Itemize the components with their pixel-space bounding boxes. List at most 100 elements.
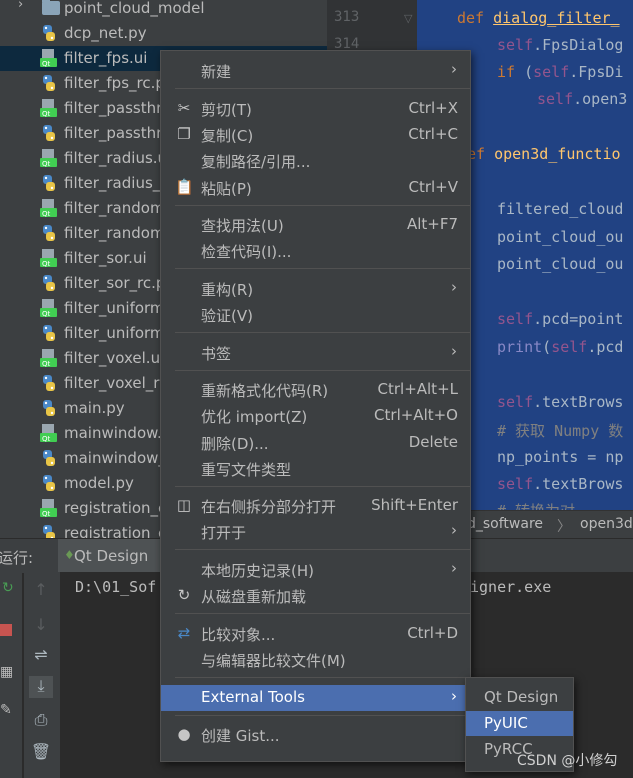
reload-icon: ↻ (177, 586, 191, 604)
run-left-strip: ↻ ▦ ✎ (0, 572, 22, 778)
trash-icon[interactable]: 🗑 (29, 742, 53, 764)
tree-folder-row[interactable]: › point_cloud_model (0, 0, 327, 21)
console-output: D:\01_Sof (75, 578, 157, 596)
menu-item-reload-from-disk[interactable]: ↻ 从磁盘重新加载 (161, 583, 470, 609)
chevron-right-icon: › (451, 342, 457, 360)
svg-text:Qt: Qt (42, 60, 51, 68)
expand-arrow-icon[interactable]: › (18, 0, 23, 12)
python-file-icon (40, 324, 60, 343)
qt-ui-file-icon: Qt (40, 349, 60, 368)
scissors-icon: ✂ (177, 99, 191, 117)
qt-ui-file-icon: Qt (40, 299, 60, 318)
stop-icon[interactable] (0, 624, 12, 636)
menu-item-new[interactable]: 新建 › (161, 58, 470, 84)
menu-item-compare-with-editor[interactable]: 与编辑器比较文件(M) (161, 647, 470, 673)
soft-wrap-icon[interactable]: ⇌ (29, 645, 53, 667)
menu-separator (175, 715, 470, 716)
tree-item-label: filter_radius_u (64, 174, 170, 192)
tree-item-label: registration_c (64, 524, 167, 538)
rerun-icon[interactable]: ↻ (2, 580, 14, 596)
menu-separator (175, 88, 470, 89)
python-file-icon (40, 24, 60, 43)
pin-icon[interactable]: ✎ (0, 702, 12, 718)
menu-item-reformat[interactable]: 重新格式化代码(R) Ctrl+Alt+L (161, 377, 470, 403)
breadcrumb-item[interactable]: d_software (467, 516, 543, 532)
svg-text:Qt: Qt (42, 435, 51, 443)
breadcrumb-item[interactable]: open3d (580, 516, 633, 532)
line-number: 313 (334, 9, 360, 25)
tree-item-label: filter_fps.ui (64, 49, 148, 67)
chevron-right-icon: › (451, 278, 457, 296)
tree-item-label: point_cloud_model (64, 0, 205, 17)
tree-item-label: filter_radius.u (64, 149, 168, 167)
menu-item-copy[interactable]: ❐ 复制(C) Ctrl+C (161, 122, 470, 148)
chevron-right-icon: › (451, 559, 457, 577)
code-line: np_points = np (497, 448, 624, 466)
tree-item-label: main.py (64, 399, 125, 417)
menu-item-validate[interactable]: 验证(V) (161, 302, 470, 328)
menu-separator (175, 332, 470, 333)
menu-separator (175, 486, 470, 487)
menu-item-delete[interactable]: 删除(D)... Delete (161, 430, 470, 456)
tree-file-row[interactable]: dcp_net.py (0, 21, 327, 46)
python-file-icon (40, 374, 60, 393)
chevron-right-icon: › (451, 521, 457, 539)
tree-item-label: dcp_net.py (64, 24, 147, 42)
code-line: point_cloud_ou (497, 228, 624, 246)
menu-separator (175, 205, 470, 206)
code-line: self.pcd=point (497, 310, 624, 328)
run-label: 运行: (0, 549, 34, 567)
python-file-icon (40, 524, 60, 538)
svg-text:Qt: Qt (42, 260, 51, 268)
tree-item-label: filter_random (64, 224, 165, 242)
svg-text:Qt: Qt (42, 160, 51, 168)
chevron-right-icon: › (451, 60, 457, 78)
menu-item-override-file-type[interactable]: 重写文件类型 (161, 456, 470, 482)
code-comment: # 转换为对 (497, 500, 575, 510)
code-line: ef open3d_functio (467, 145, 621, 163)
python-file-icon (40, 474, 60, 493)
menu-item-paste[interactable]: 📋 粘贴(P) Ctrl+V (161, 175, 470, 201)
menu-item-external-tools[interactable]: External Tools › (161, 685, 470, 711)
tree-item-label: filter_uniform (64, 324, 165, 342)
menu-item-refactor[interactable]: 重构(R) › (161, 276, 470, 302)
menu-separator (175, 268, 470, 269)
compare-arrows-icon: ⇄ (177, 624, 191, 642)
menu-item-bookmarks[interactable]: 书签 › (161, 340, 470, 366)
menu-item-create-gist[interactable]: ● 创建 Gist... (161, 722, 470, 748)
code-comment: # 获取 Numpy 数 (497, 422, 624, 440)
print-icon[interactable]: ⎙ (29, 710, 53, 732)
menu-item-local-history[interactable]: 本地历史记录(H) › (161, 557, 470, 583)
split-view-icon: ◫ (176, 496, 192, 514)
python-file-icon (40, 224, 60, 243)
context-menu: 新建 › ✂ 剪切(T) Ctrl+X ❐ 复制(C) Ctrl+C 复制路径/引用.… (160, 50, 471, 762)
layout-icon[interactable]: ▦ (0, 664, 13, 680)
python-file-icon (40, 124, 60, 143)
menu-item-split-open[interactable]: ◫ 在右侧拆分部分打开 Shift+Enter (161, 493, 470, 519)
arrow-down-icon[interactable]: ↓ (29, 615, 53, 637)
tree-item-label: mainwindow_ (64, 449, 166, 467)
menu-separator (175, 370, 470, 371)
menu-item-find-usages[interactable]: 查找用法(U) Alt+F7 (161, 212, 470, 238)
code-line: def dialog_filter_ (457, 9, 620, 27)
menu-item-cut[interactable]: ✂ 剪切(T) Ctrl+X (161, 96, 470, 122)
fold-icon[interactable]: ▽ (404, 12, 412, 25)
qt-ui-file-icon: Qt (40, 249, 60, 268)
menu-item-open-in[interactable]: 打开于 › (161, 519, 470, 545)
menu-item-compare-with[interactable]: ⇄ 比较对象... Ctrl+D (161, 621, 470, 647)
scroll-to-end-icon[interactable]: ⤓ (29, 676, 53, 698)
chevron-right-icon: › (451, 687, 457, 705)
tree-item-label: filter_passthr (64, 124, 163, 142)
menu-item-copy-path[interactable]: 复制路径/引用... (161, 148, 470, 174)
qt-ui-file-icon: Qt (40, 199, 60, 218)
menu-item-optimize-imports[interactable]: 优化 import(Z) Ctrl+Alt+O (161, 403, 470, 429)
tree-item-label: filter_voxel.ui (64, 349, 165, 367)
submenu-item-pyuic[interactable]: PyUIC (466, 711, 573, 736)
menu-item-inspect-code[interactable]: 检查代码(I)... (161, 238, 470, 264)
tree-item-label: filter_uniform (64, 299, 165, 317)
qt-ui-file-icon: Qt (40, 49, 60, 68)
arrow-up-icon[interactable]: ↑ (29, 580, 53, 602)
python-file-icon (40, 449, 60, 468)
submenu-item-qt-design[interactable]: Qt Design (466, 685, 573, 710)
tree-item-label: filter_sor.ui (64, 249, 147, 267)
